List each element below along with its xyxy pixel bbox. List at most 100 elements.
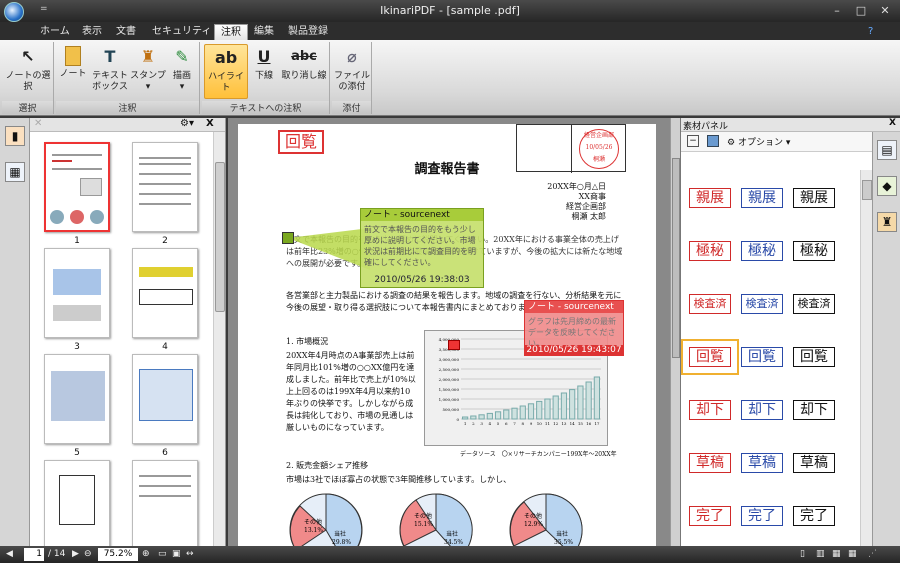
note-popup-2[interactable]: ノート - sourcenext グラフは先月締めの最新データを反映してください…	[524, 300, 624, 356]
tab-annotation[interactable]: 注釈	[214, 24, 248, 40]
stamp-asset[interactable]: 親展	[741, 188, 783, 208]
single-page-icon[interactable]: ▯	[800, 548, 805, 561]
stamp-asset[interactable]: 検査済	[689, 294, 731, 314]
maximize-button[interactable]: □	[850, 3, 872, 18]
stamp-button[interactable]: ♜ スタンプ ▾	[130, 44, 166, 99]
note-button[interactable]: ノート	[58, 44, 88, 99]
two-page-continuous-icon[interactable]: ▦	[848, 548, 857, 561]
collapse-icon[interactable]: −	[687, 135, 699, 147]
stamp-asset[interactable]: 親展	[793, 188, 835, 208]
help-icon[interactable]: ?	[862, 24, 879, 40]
strikethrough-button[interactable]: abc 取り消し線	[280, 44, 328, 99]
close-window-button[interactable]: ✕	[874, 3, 896, 18]
stamp-asset[interactable]: 草稿	[689, 453, 731, 473]
stamp-asset[interactable]: 完了	[741, 506, 783, 526]
options-menu[interactable]: ⚙ オプション ▾	[727, 135, 790, 148]
stamp-asset[interactable]: 検査済	[741, 294, 783, 314]
thumbnail-page-5[interactable]	[44, 354, 110, 444]
kairan-stamp[interactable]: 回覧	[278, 130, 324, 154]
two-page-icon[interactable]: ▦	[832, 548, 841, 561]
section-2-text: 市場は3社でほぼ寡占の状態で3年間推移しています。しかし、	[286, 475, 512, 484]
chart-bar	[494, 411, 502, 420]
group-select: ↖ ノートの選択 選択	[2, 42, 54, 114]
next-page-icon[interactable]: ▶	[72, 548, 79, 561]
stamp-asset[interactable]: 回覧	[681, 339, 739, 375]
stamp-asset[interactable]: 親展	[689, 188, 731, 208]
pie-label: 12.9%	[524, 521, 543, 528]
thumbnail-scrollbar[interactable]	[213, 132, 225, 546]
stamp-asset[interactable]: 却下	[741, 400, 783, 420]
continuous-icon[interactable]: ▥	[816, 548, 825, 561]
tab-security[interactable]: セキュリティ	[146, 24, 217, 40]
note-body[interactable]: 前文で本報告の目的をもう少し厚めに説明してください。市場状況は前期比にて調査目的…	[361, 221, 483, 271]
page-number-input[interactable]: 1	[24, 548, 44, 561]
stamp-asset[interactable]: 草稿	[741, 453, 783, 473]
note-marker-icon[interactable]	[448, 340, 460, 350]
zoom-out-icon[interactable]: ⊖	[84, 548, 92, 561]
thumbnail-panel-icon[interactable]: ▦	[5, 162, 25, 182]
thumbnail-page-8[interactable]	[132, 460, 198, 550]
ribbon: ↖ ノートの選択 選択 ノート T テキスト ボックス ♜ スタンプ ▾ ✎ 描画…	[0, 40, 900, 116]
stamp-asset[interactable]: 検査済	[793, 294, 835, 314]
zoom-input[interactable]: 75.2%	[98, 548, 138, 561]
highlight-button[interactable]: ab ハイライト	[204, 44, 248, 99]
thumbnail-page-1[interactable]	[44, 142, 110, 232]
close-assets-button[interactable]: X	[889, 118, 896, 128]
tab-registration[interactable]: 製品登録	[282, 24, 334, 40]
stamp-asset[interactable]: 草稿	[793, 453, 835, 473]
stamp-asset[interactable]: 極秘	[689, 241, 731, 261]
zoom-in-icon[interactable]: ⊕	[142, 548, 150, 561]
chart-bar	[560, 392, 568, 420]
assets-panel-icon[interactable]: ◆	[877, 176, 897, 196]
thumbnail-page-4[interactable]	[132, 248, 198, 338]
textbox-button[interactable]: T テキスト ボックス	[90, 44, 130, 99]
close-thumb-icon[interactable]: ✕	[34, 118, 42, 129]
tab-view[interactable]: 表示	[76, 24, 108, 40]
pie-label: 15.1%	[414, 521, 433, 528]
stamp-asset[interactable]: 回覧	[793, 347, 835, 367]
chart-bar	[462, 416, 469, 420]
stamp-asset[interactable]: 極秘	[741, 241, 783, 261]
draw-button[interactable]: ✎ 描画 ▾	[166, 44, 198, 99]
tab-document[interactable]: 文書	[110, 24, 142, 40]
assets-scrollbar[interactable]	[860, 170, 872, 546]
stamp-asset[interactable]: 完了	[689, 506, 731, 526]
actual-size-icon[interactable]: ↔	[186, 548, 194, 561]
tab-edit[interactable]: 編集	[248, 24, 280, 40]
stamp-asset[interactable]: 回覧	[741, 347, 783, 367]
thumbnail-page-3[interactable]	[44, 248, 110, 338]
minimize-button[interactable]: –	[826, 3, 848, 18]
stamp-panel-icon[interactable]: ♜	[877, 212, 897, 232]
document-scrollbar[interactable]	[670, 118, 680, 546]
image-icon[interactable]	[707, 135, 719, 147]
document-panel-icon[interactable]: ▤	[877, 140, 897, 160]
note-timestamp: 2010/05/26 19:43:07	[525, 345, 623, 355]
prev-page-icon[interactable]: ◀	[6, 548, 13, 561]
textbox-icon: T	[104, 47, 116, 66]
bookmark-panel-icon[interactable]: ▮	[5, 126, 25, 146]
close-panel-button[interactable]: X	[206, 118, 214, 129]
stamp-asset[interactable]: 却下	[793, 400, 835, 420]
select-note-button[interactable]: ↖ ノートの選択	[4, 44, 52, 99]
thumbnail-page-2[interactable]	[132, 142, 198, 232]
note-marker-icon[interactable]	[282, 232, 294, 244]
thumbnail-page-7[interactable]	[44, 460, 110, 550]
resize-grip-icon[interactable]: ⋰	[868, 548, 877, 561]
chart-bar	[585, 381, 592, 420]
attach-file-button[interactable]: ⌀ ファイル の添付	[334, 44, 370, 99]
chart-bar	[478, 414, 485, 420]
stamp-icon: ♜	[140, 47, 156, 66]
fit-width-icon[interactable]: ▭	[158, 548, 167, 561]
stamp-asset[interactable]: 極秘	[793, 241, 835, 261]
chart-bar	[511, 407, 518, 420]
fit-page-icon[interactable]: ▣	[172, 548, 181, 561]
underline-icon: U	[257, 47, 271, 66]
tab-home[interactable]: ホーム	[34, 24, 76, 40]
gear-icon[interactable]: ⚙▾	[180, 118, 194, 129]
note-popup-1[interactable]: ノート - sourcenext 前文で本報告の目的をもう少し厚めに説明してくだ…	[360, 208, 484, 288]
stamp-asset[interactable]: 完了	[793, 506, 835, 526]
pie-label: 当社	[446, 530, 458, 538]
underline-button[interactable]: U 下線	[250, 44, 278, 99]
stamp-asset[interactable]: 却下	[689, 400, 731, 420]
thumbnail-page-6[interactable]	[132, 354, 198, 444]
